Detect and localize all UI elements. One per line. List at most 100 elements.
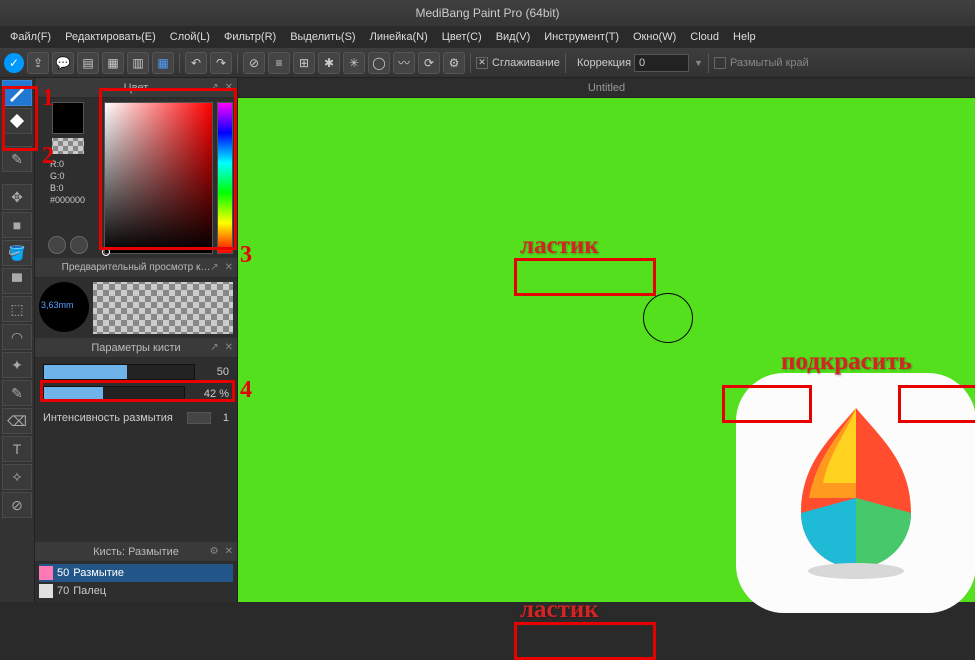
- close-icon[interactable]: ✕: [225, 546, 233, 557]
- menu-help[interactable]: Help: [727, 29, 762, 45]
- g-value: G:0: [50, 170, 85, 182]
- palette-icon[interactable]: [48, 236, 66, 254]
- redbox-tools: [2, 86, 38, 151]
- wand-tool[interactable]: ✦: [2, 352, 32, 378]
- lasso-tool[interactable]: ◠: [2, 324, 32, 350]
- gear-icon[interactable]: ⚙: [210, 546, 219, 557]
- correction-input[interactable]: [634, 54, 689, 72]
- redbox-slider: [40, 380, 235, 402]
- fill-shape-tool[interactable]: ■: [2, 212, 32, 238]
- circle-icon[interactable]: ◯: [368, 52, 390, 74]
- app-title: MediBang Paint Pro (64bit): [415, 6, 559, 20]
- export-icon[interactable]: ⇪: [27, 52, 49, 74]
- smoothing-checkbox[interactable]: ✕: [476, 57, 488, 69]
- menu-color[interactable]: Цвет(C): [436, 29, 488, 45]
- popout-icon[interactable]: ↗: [210, 262, 218, 273]
- divide-tool[interactable]: ⊘: [2, 492, 32, 518]
- menu-layer[interactable]: Слой(L): [164, 29, 216, 45]
- blur-slider[interactable]: [187, 412, 211, 424]
- brush-color-swatch: [39, 566, 53, 580]
- select-rect-tool[interactable]: ⬚: [2, 296, 32, 322]
- gradient-tool[interactable]: ▀: [2, 268, 32, 294]
- redbox-bl: [514, 622, 656, 660]
- brush-color-swatch: [39, 584, 53, 598]
- move-tool[interactable]: ✥: [2, 184, 32, 210]
- text-tool[interactable]: T: [2, 436, 32, 462]
- params-title: Параметры кисти: [91, 342, 180, 354]
- tool-sidebar: ✎ ✥ ■ 🪣 ▀ ⬚ ◠ ✦ ✎ ⌫ T ✧ ⊘: [0, 78, 35, 602]
- preview-panel-header: Предварительный просмотр к… ↗ ✕: [35, 258, 237, 278]
- brush-item[interactable]: 50 Размытие: [39, 564, 233, 582]
- gear-icon[interactable]: ⚙: [443, 52, 465, 74]
- preview-title: Предварительный просмотр к…: [62, 262, 211, 273]
- parallel-icon[interactable]: ≡: [268, 52, 290, 74]
- canvas-area: Untitled ластик ластик подкрасить: [238, 78, 975, 602]
- hex-value: #000000: [50, 194, 85, 206]
- radial-icon[interactable]: ✳: [343, 52, 365, 74]
- layers-icon[interactable]: ▥: [127, 52, 149, 74]
- rotate-icon[interactable]: ⟳: [418, 52, 440, 74]
- grid-blue-icon[interactable]: ▦: [152, 52, 174, 74]
- brush-mm-label: 3,63mm: [41, 300, 74, 310]
- no-ruler-icon[interactable]: ⊘: [243, 52, 265, 74]
- size-value: 50: [199, 366, 229, 378]
- dropdown-icon[interactable]: ▼: [694, 58, 703, 68]
- brush-name: Размытие: [73, 567, 124, 579]
- operation-tool[interactable]: ✧: [2, 464, 32, 490]
- brush-cursor: [643, 293, 693, 343]
- titlebar: MediBang Paint Pro (64bit): [0, 0, 975, 26]
- brush-panel-title: Кисть: Размытие: [93, 546, 179, 558]
- redbox-ml: [722, 385, 812, 423]
- redbox-colorpicker: [99, 88, 237, 250]
- redbox-tl: [514, 258, 656, 296]
- rednum-4: 4: [240, 377, 252, 404]
- menu-file[interactable]: Файл(F): [4, 29, 57, 45]
- rednum-2: 2: [42, 143, 54, 170]
- transparent-swatch[interactable]: [52, 138, 84, 154]
- canvas[interactable]: ластик ластик подкрасить ластик ластик: [238, 98, 975, 602]
- grid-icon[interactable]: ⊞: [293, 52, 315, 74]
- tab-untitled[interactable]: Untitled: [588, 82, 625, 94]
- vanish-icon[interactable]: ✱: [318, 52, 340, 74]
- swap-icon[interactable]: [70, 236, 88, 254]
- brush-list: 50 Размытие 70 Палец: [35, 562, 237, 602]
- rednum-1: 1: [42, 85, 54, 112]
- select-erase-tool[interactable]: ⌫: [2, 408, 32, 434]
- menu-ruler[interactable]: Линейка(N): [364, 29, 434, 45]
- select-pen-tool[interactable]: ✎: [2, 380, 32, 406]
- menu-view[interactable]: Вид(V): [490, 29, 537, 45]
- smoothing-label: Сглаживание: [492, 57, 560, 69]
- menu-select[interactable]: Выделить(S): [284, 29, 361, 45]
- params-panel-header: Параметры кисти ↗ ✕: [35, 338, 237, 358]
- tabbar: Untitled: [238, 78, 975, 98]
- blurred-edge-checkbox[interactable]: [714, 57, 726, 69]
- redo-icon[interactable]: ↷: [210, 52, 232, 74]
- rednum-3: 3: [240, 242, 252, 269]
- undo-icon[interactable]: ↶: [185, 52, 207, 74]
- brush-panel-header: Кисть: Размытие ⚙ ✕: [35, 542, 237, 562]
- brush-size: 70: [57, 585, 69, 597]
- annot-touchup: подкрасить: [781, 348, 912, 376]
- menu-tool[interactable]: Инструмент(T): [538, 29, 625, 45]
- chat-icon[interactable]: 💬: [52, 52, 74, 74]
- menu-cloud[interactable]: Cloud: [684, 29, 725, 45]
- size-slider[interactable]: [43, 364, 195, 380]
- bucket-tool[interactable]: 🪣: [2, 240, 32, 266]
- curve-icon[interactable]: 〰: [393, 52, 415, 74]
- menu-window[interactable]: Окно(W): [627, 29, 682, 45]
- close-icon[interactable]: ✕: [225, 342, 233, 353]
- toolbar: ✓ ⇪ 💬 ▤ ▦ ▥ ▦ ↶ ↷ ⊘ ≡ ⊞ ✱ ✳ ◯ 〰 ⟳ ⚙ ✕ Сг…: [0, 48, 975, 78]
- sync-icon[interactable]: ✓: [4, 53, 24, 73]
- annot-eraser-tl: ластик: [520, 232, 599, 260]
- r-value: R:0: [50, 158, 85, 170]
- menu-filter[interactable]: Фильтр(R): [218, 29, 282, 45]
- close-icon[interactable]: ✕: [225, 262, 233, 273]
- doc-icon[interactable]: ▦: [102, 52, 124, 74]
- menu-edit[interactable]: Редактировать(E): [59, 29, 162, 45]
- annot-eraser-bl: ластик: [520, 596, 599, 624]
- brush-item[interactable]: 70 Палец: [39, 582, 233, 600]
- preview-panel: 3,63mm: [35, 278, 237, 338]
- panel-icon[interactable]: ▤: [77, 52, 99, 74]
- foreground-swatch[interactable]: [52, 102, 84, 134]
- popout-icon[interactable]: ↗: [210, 342, 218, 353]
